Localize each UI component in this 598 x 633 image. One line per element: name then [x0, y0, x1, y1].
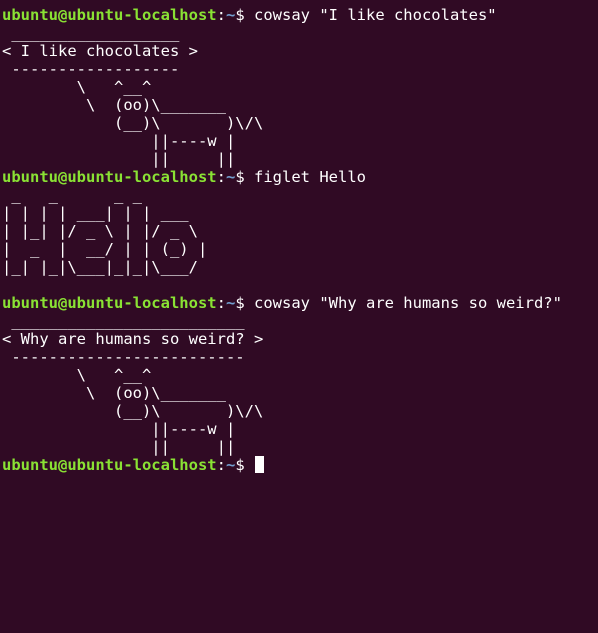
- current-prompt-line[interactable]: ubuntu@ubuntu-localhost:~$: [2, 456, 598, 474]
- prompt-path: ~: [225, 294, 236, 312]
- prompt-path: ~: [225, 168, 236, 186]
- prompt-symbol: $: [235, 6, 254, 24]
- command-line: ubuntu@ubuntu-localhost:~$ cowsay "I lik…: [2, 6, 598, 24]
- output-line: \ ^__^: [2, 78, 152, 96]
- prompt-separator: :: [216, 168, 226, 186]
- prompt-user-host: ubuntu@ubuntu-localhost: [2, 294, 217, 312]
- output-line: < I like chocolates >: [2, 42, 198, 60]
- output-line: (__)\ )\/\: [2, 402, 264, 420]
- output-line: ||----w |: [2, 132, 236, 150]
- prompt-symbol: $: [235, 456, 254, 474]
- output-line: \ ^__^: [2, 366, 152, 384]
- command-line: ubuntu@ubuntu-localhost:~$ cowsay "Why a…: [2, 294, 598, 312]
- output-line: | |_| |/ _ \ | |/ _ \: [2, 222, 198, 240]
- terminal-window[interactable]: ubuntu@ubuntu-localhost:~$ cowsay "I lik…: [0, 0, 598, 633]
- output-line: _ _ _ _: [2, 186, 142, 204]
- output-line: -------------------------: [2, 348, 245, 366]
- output-line: || ||: [2, 150, 236, 168]
- prompt-path: ~: [225, 456, 236, 474]
- output-line: __________________: [2, 24, 180, 42]
- output-line: (__)\ )\/\: [2, 114, 264, 132]
- output-line: || ||: [2, 438, 236, 456]
- prompt-separator: :: [216, 456, 226, 474]
- command-line: ubuntu@ubuntu-localhost:~$ figlet Hello: [2, 168, 598, 186]
- output-line: < Why are humans so weird? >: [2, 330, 264, 348]
- output-line: _________________________: [2, 312, 245, 330]
- prompt-separator: :: [216, 6, 226, 24]
- output-line: |_| |_|\___|_|_|\___/: [2, 258, 198, 276]
- prompt-user-host: ubuntu@ubuntu-localhost: [2, 168, 217, 186]
- output-line: ||----w |: [2, 420, 236, 438]
- prompt-symbol: $: [235, 168, 254, 186]
- output-line: \ (oo)\_______: [2, 96, 226, 114]
- prompt-user-host: ubuntu@ubuntu-localhost: [2, 456, 217, 474]
- output-line: | _ | __/ | | (_) |: [2, 240, 208, 258]
- output-line: ------------------: [2, 60, 180, 78]
- command-text: figlet Hello: [254, 168, 366, 186]
- prompt-user-host: ubuntu@ubuntu-localhost: [2, 6, 217, 24]
- command-text: cowsay "Why are humans so weird?": [254, 294, 562, 312]
- output-line: \ (oo)\_______: [2, 384, 226, 402]
- prompt-symbol: $: [235, 294, 254, 312]
- command-text: cowsay "I like chocolates": [254, 6, 497, 24]
- output-line: | | | | ___| | | ___: [2, 204, 189, 222]
- prompt-separator: :: [216, 294, 226, 312]
- text-cursor: [255, 456, 264, 473]
- prompt-path: ~: [225, 6, 236, 24]
